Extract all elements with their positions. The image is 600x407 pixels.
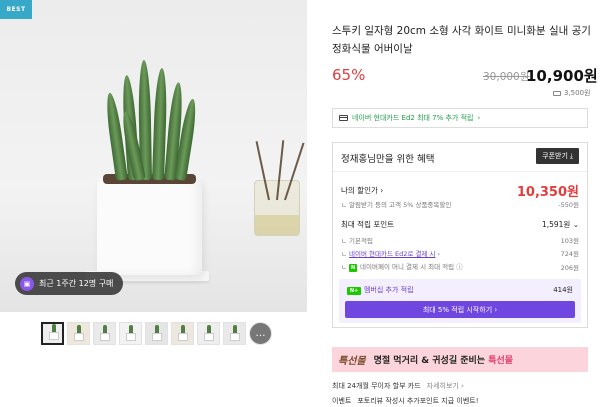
- installment-more-link[interactable]: 자세히보기 ›: [427, 381, 464, 391]
- naver-plus-icon: N+: [347, 287, 361, 295]
- thumbnail-strip: …: [41, 322, 272, 345]
- stuckyi-leaves: [103, 59, 199, 182]
- alarm-discount-value: -550원: [558, 201, 579, 209]
- basic-points-row: ㄴ 기본적립 103원: [341, 235, 579, 245]
- promo-banner[interactable]: 특선몰 명절 먹거리 & 귀성길 준비는 특선몰: [332, 347, 588, 372]
- card-benefit-text: 네이버 현대카드 Ed2 최대 7% 추가 적립: [352, 114, 474, 122]
- membership-start-button[interactable]: 최대 5% 적립 시작하기 ›: [345, 301, 575, 318]
- membership-box: N+ 멤버십 추가 적립 414원 최대 5% 적립 시작하기 ›: [339, 279, 581, 323]
- basic-points-value: 103원: [560, 237, 579, 245]
- more-thumbnails-button[interactable]: …: [249, 322, 272, 345]
- recent-purchase-text: 최근 1주간 12명 구매: [39, 279, 114, 288]
- sale-price: 10,900원: [526, 67, 598, 85]
- credit-card-icon: [339, 115, 348, 121]
- npay-points-label: ㄴ N 네이버페이 머니 결제 시 최대 적립 ⓘ: [341, 263, 463, 272]
- promo-text: 명절 먹거리 & 귀성길 준비는 특선몰: [373, 356, 514, 366]
- divider: [333, 171, 587, 172]
- event-text: 포토리뷰 작성시 추가포인트 지급 이벤트!: [357, 397, 479, 405]
- thumbnail-2[interactable]: [67, 322, 90, 345]
- best-badge: BEST: [0, 0, 32, 19]
- thumbnail-3[interactable]: [93, 322, 116, 345]
- product-gallery: BEST ▣ 최근 1주간 12명 구매 …: [0, 0, 307, 407]
- card-benefit-banner[interactable]: 네이버 현대카드 Ed2 최대 7% 추가 적립 ›: [332, 108, 588, 128]
- my-price-row[interactable]: 나의 할인가 › 10,350원: [341, 181, 579, 200]
- original-price: 30,000원: [483, 71, 530, 83]
- thumbnail-5[interactable]: [145, 322, 168, 345]
- benefit-heading: 정재홍님만을 위한 혜택: [341, 154, 435, 165]
- coupon-button[interactable]: 쿠폰받기 ⤓: [536, 148, 579, 164]
- event-row[interactable]: 이벤트 포토리뷰 작성시 추가포인트 지급 이벤트!: [332, 396, 479, 406]
- membership-row: N+ 멤버십 추가 적립 414원: [347, 285, 573, 295]
- installment-row: 최대 24개월 무이자 할부 카드 자세히보기 ›: [332, 381, 464, 391]
- download-icon: ⤓: [569, 151, 573, 160]
- thumbnail-1[interactable]: [41, 322, 64, 345]
- thumbnail-4[interactable]: [119, 322, 142, 345]
- npay-points-value: 206원: [560, 263, 579, 272]
- coupon-button-label: 쿠폰받기: [542, 152, 568, 160]
- npay-points-row: ㄴ N 네이버페이 머니 결제 시 최대 적립 ⓘ 206원: [341, 261, 579, 272]
- installment-text: 최대 24개월 무이자 할부 카드: [332, 382, 421, 390]
- recent-purchase-pill: ▣ 최근 1주간 12명 구매: [15, 272, 124, 295]
- membership-value: 414원: [553, 286, 573, 294]
- shipping-fee-value: 3,500원: [564, 89, 591, 97]
- my-price-label: 나의 할인가 ›: [341, 186, 384, 195]
- naver-pay-icon: N: [349, 264, 358, 272]
- basic-points-label: ㄴ 기본적립: [341, 237, 373, 245]
- white-square-pot: [97, 178, 202, 275]
- max-points-label: 최대 적립 포인트: [341, 220, 395, 229]
- promo-logo: 특선몰: [338, 356, 366, 367]
- max-points-value: 1,591원 ⌄: [541, 220, 579, 229]
- card-points-row[interactable]: ㄴ 네이버 현대카드 Ed2로 결제 시 › 724원: [341, 248, 579, 258]
- thumbnail-6[interactable]: [171, 322, 194, 345]
- product-info: 스투키 일자형 20cm 소형 사각 화이트 미니화분 실내 공기정화식물 어버…: [320, 0, 600, 407]
- membership-label: N+ 멤버십 추가 적립: [347, 285, 414, 295]
- max-points-row: 최대 적립 포인트 1,591원 ⌄: [341, 219, 579, 230]
- shopping-bag-icon: ▣: [20, 276, 34, 291]
- shipping-fee: 3,500원: [553, 88, 590, 98]
- thumbnail-7[interactable]: [197, 322, 220, 345]
- my-price-value: 10,350원: [516, 185, 579, 200]
- card-points-label: ㄴ 네이버 현대카드 Ed2로 결제 시 ›: [341, 250, 441, 258]
- event-label: 이벤트: [332, 397, 352, 405]
- thumbnail-8[interactable]: [223, 322, 246, 345]
- card-points-value: 724원: [560, 250, 579, 258]
- discount-rate: 65%: [332, 66, 366, 84]
- main-product-photo[interactable]: BEST ▣ 최근 1주간 12명 구매: [0, 0, 307, 312]
- alarm-discount-label: ㄴ 알림받기 등의 고객 5% 상품중복할인: [341, 201, 452, 209]
- chevron-right-icon: ›: [477, 114, 481, 122]
- product-title: 스투키 일자형 20cm 소형 사각 화이트 미니화분 실내 공기정화식물 어버…: [332, 25, 591, 55]
- benefit-box: 정재홍님만을 위한 혜택 쿠폰받기 ⤓ 나의 할인가 › 10,350원 ㄴ 알…: [332, 142, 588, 328]
- truck-icon: [553, 90, 561, 96]
- alarm-discount-row: ㄴ 알림받기 등의 고객 5% 상품중복할인 -550원: [341, 199, 579, 209]
